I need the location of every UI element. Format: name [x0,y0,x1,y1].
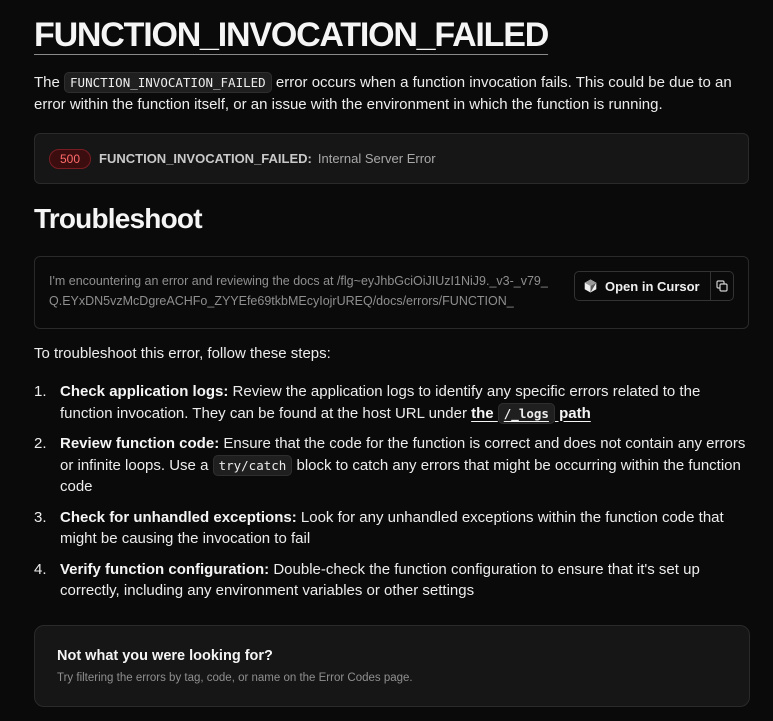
step-body: Review function code: Ensure that the co… [60,433,754,498]
logs-path-code: /_logs [497,402,555,424]
step-title: Review function code: [60,435,220,452]
not-found-card: Not what you were looking for? Try filte… [34,625,750,707]
page-title: FUNCTION_INVOCATION_FAILED [34,16,549,54]
step-body: Check application logs: Review the appli… [60,381,754,424]
step-number: 2. [34,435,47,452]
intro-paragraph: The FUNCTION_INVOCATION_FAILED error occ… [34,72,744,116]
error-message: Internal Server Error [317,151,436,166]
step-title: Verify function configuration: [60,560,270,578]
logs-path-link[interactable]: the /_logs path [471,402,591,424]
step-title: Check application logs: [60,383,229,400]
list-item: 4. Verify function configuration: Double… [34,559,754,602]
status-badge: 500 [49,148,92,169]
link-text-after: path [554,404,591,422]
list-item: 2. Review function code: Ensure that the… [34,433,754,498]
step-number: 4. [34,560,47,578]
error-code-label: FUNCTION_INVOCATION_FAILED: [99,151,312,166]
error-banner: 500 FUNCTION_INVOCATION_FAILED: Internal… [34,133,749,184]
link-text-before: the [471,404,498,422]
not-found-title: Not what you were looking for? [57,648,273,664]
ai-prompt-text: I'm encountering an error and reviewing … [49,274,548,308]
troubleshoot-heading: Troubleshoot [34,203,203,234]
copy-icon [716,280,728,292]
step-number: 1. [34,383,47,400]
intro-text-before: The [34,74,65,91]
ai-prompt-box: I'm encountering an error and reviewing … [34,256,749,329]
step-body: Verify function configuration: Double-ch… [60,559,754,602]
list-item: 1. Check application logs: Review the ap… [34,381,754,424]
copy-prompt-button[interactable] [711,272,733,300]
try-catch-code: try/catch [212,454,293,476]
cursor-logo-icon [584,279,597,293]
step-body: Check for unhandled exceptions: Look for… [60,507,754,550]
list-item: 3. Check for unhandled exceptions: Look … [34,507,754,550]
step-number: 3. [34,508,47,526]
page: FUNCTION_INVOCATION_FAILED The FUNCTION_… [0,0,773,721]
step-title: Check for unhandled exceptions: [60,508,297,526]
open-in-cursor-group: Open in Cursor [574,271,734,301]
steps-intro: To troubleshoot this error, follow these… [34,345,331,362]
not-found-description: Try filtering the errors by tag, code, o… [57,672,413,684]
open-in-cursor-button[interactable]: Open in Cursor [575,272,711,300]
steps-list: 1. Check application logs: Review the ap… [34,381,754,611]
intro-error-code: FUNCTION_INVOCATION_FAILED [64,72,272,93]
open-in-cursor-label: Open in Cursor [605,278,700,294]
